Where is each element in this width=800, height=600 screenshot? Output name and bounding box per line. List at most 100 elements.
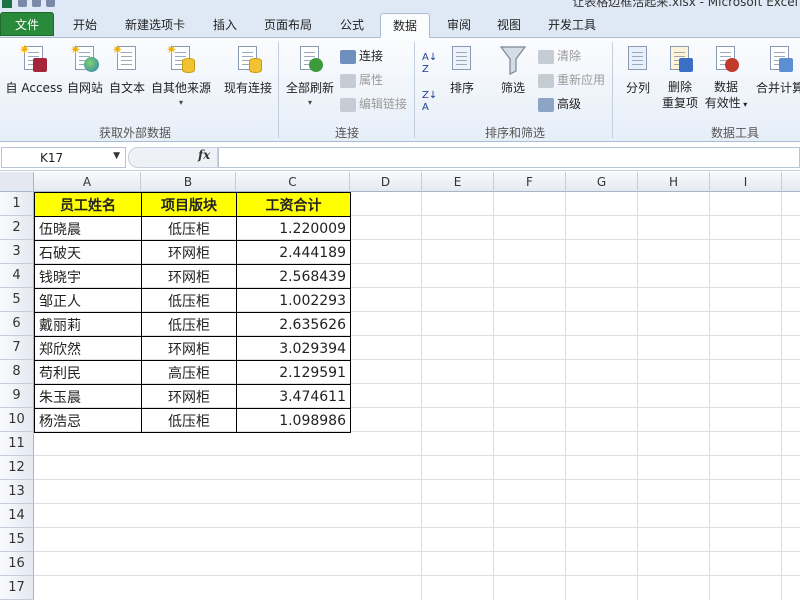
reapply-button[interactable]: 重新应用 — [538, 70, 605, 90]
column-header-g[interactable]: G — [566, 172, 638, 192]
row-header-7[interactable]: 7 — [0, 336, 34, 360]
row-header-2[interactable]: 2 — [0, 216, 34, 240]
row-header-11[interactable]: 11 — [0, 432, 34, 456]
cell-name[interactable]: 朱玉晨 — [34, 384, 142, 409]
tab-page-layout[interactable]: 页面布局 — [252, 13, 324, 38]
from-text-button[interactable]: ✷ 自文本 — [108, 44, 146, 96]
row-header-3[interactable]: 3 — [0, 240, 34, 264]
sort-ascending-button[interactable]: A↓ Z — [422, 52, 440, 75]
row-header-14[interactable]: 14 — [0, 504, 34, 528]
cell-salary[interactable]: 2.568439 — [236, 264, 351, 289]
header-salary-total[interactable]: 工资合计 — [236, 192, 351, 217]
cell-salary[interactable]: 3.474611 — [236, 384, 351, 409]
tab-developer[interactable]: 开发工具 — [536, 13, 608, 38]
clear-filter-button[interactable]: 清除 — [538, 46, 581, 66]
filter-funnel-icon — [498, 44, 528, 76]
consolidate-button[interactable]: 合并计算 — [752, 44, 800, 96]
tab-view[interactable]: 视图 — [486, 13, 532, 38]
worksheet-grid[interactable]: A B C D E F G H I 1 2 3 4 5 6 7 8 9 10 1… — [0, 172, 800, 600]
column-header-c[interactable]: C — [236, 172, 350, 192]
column-header-h[interactable]: H — [638, 172, 710, 192]
cell-name[interactable]: 郑欣然 — [34, 336, 142, 361]
refresh-icon — [295, 44, 325, 76]
sort-descending-button[interactable]: Z↓ A — [422, 90, 440, 113]
cell-section[interactable]: 高压柜 — [141, 360, 237, 385]
cell-salary[interactable]: 3.029394 — [236, 336, 351, 361]
data-validation-button[interactable]: 数据 有效性 ▾ — [702, 44, 750, 113]
column-header-a[interactable]: A — [34, 172, 141, 192]
edit-links-button[interactable]: 编辑链接 — [340, 94, 407, 114]
cell-section[interactable]: 低压柜 — [141, 312, 237, 337]
row-header-10[interactable]: 10 — [0, 408, 34, 432]
advanced-filter-button[interactable]: 高级 — [538, 94, 581, 114]
row-header-17[interactable]: 17 — [0, 576, 34, 600]
excel-app-icon[interactable] — [2, 0, 12, 8]
from-web-button[interactable]: ✷ 自网站 — [66, 44, 104, 96]
cell-section[interactable]: 环网柜 — [141, 264, 237, 289]
cell-salary[interactable]: 1.098986 — [236, 408, 351, 433]
cell-section[interactable]: 低压柜 — [141, 216, 237, 241]
row-header-4[interactable]: 4 — [0, 264, 34, 288]
row-header-12[interactable]: 12 — [0, 456, 34, 480]
cell-salary[interactable]: 2.444189 — [236, 240, 351, 265]
from-other-sources-button[interactable]: ✷ 自其他来源 ▾ — [150, 44, 212, 107]
select-all-corner[interactable] — [0, 172, 34, 192]
column-header-f[interactable]: F — [494, 172, 566, 192]
cell-salary[interactable]: 2.635626 — [236, 312, 351, 337]
filter-button[interactable]: 筛选 — [494, 44, 532, 96]
tab-new-tab[interactable]: 新建选项卡 — [112, 13, 198, 38]
from-access-button[interactable]: ✷ 自 Access — [4, 44, 64, 96]
refresh-all-button[interactable]: 全部刷新 ▾ — [284, 44, 336, 107]
row-header-1[interactable]: 1 — [0, 192, 34, 216]
tab-home[interactable]: 开始 — [58, 13, 112, 38]
cell-salary[interactable]: 1.002293 — [236, 288, 351, 313]
chevron-down-icon[interactable]: ▼ — [113, 151, 120, 161]
row-header-8[interactable]: 8 — [0, 360, 34, 384]
cell-section[interactable]: 环网柜 — [141, 240, 237, 265]
header-project-section[interactable]: 项目版块 — [141, 192, 237, 217]
cell-name[interactable]: 石破天 — [34, 240, 142, 265]
remove-duplicates-button[interactable]: 删除 重复项 — [660, 44, 700, 111]
insert-function-icon[interactable]: fx — [198, 148, 210, 162]
column-header-b[interactable]: B — [141, 172, 236, 192]
cell-section[interactable]: 环网柜 — [141, 384, 237, 409]
existing-connections-button[interactable]: 现有连接 — [222, 44, 274, 96]
text-to-columns-button[interactable]: 分列 — [620, 44, 656, 96]
cell-section[interactable]: 低压柜 — [141, 408, 237, 433]
column-header-partial[interactable] — [782, 172, 800, 192]
formula-input[interactable] — [218, 147, 800, 168]
cell-name[interactable]: 邹正人 — [34, 288, 142, 313]
column-header-e[interactable]: E — [422, 172, 494, 192]
cell-salary[interactable]: 1.220009 — [236, 216, 351, 241]
name-box[interactable]: K17 ▼ — [1, 147, 126, 168]
column-header-d[interactable]: D — [350, 172, 422, 192]
cell-name[interactable]: 杨浩忌 — [34, 408, 142, 433]
cell-name[interactable]: 钱晓宇 — [34, 264, 142, 289]
row-header-15[interactable]: 15 — [0, 528, 34, 552]
cell-section[interactable]: 环网柜 — [141, 336, 237, 361]
undo-icon[interactable] — [32, 0, 41, 7]
cell-name[interactable]: 伍晓晨 — [34, 216, 142, 241]
tab-review[interactable]: 审阅 — [434, 13, 484, 38]
row-header-6[interactable]: 6 — [0, 312, 34, 336]
cell-salary[interactable]: 2.129591 — [236, 360, 351, 385]
redo-icon[interactable] — [46, 0, 55, 7]
header-employee-name[interactable]: 员工姓名 — [34, 192, 142, 217]
row-header-5[interactable]: 5 — [0, 288, 34, 312]
tab-formulas[interactable]: 公式 — [326, 13, 378, 38]
connections-button[interactable]: 连接 — [340, 46, 383, 66]
row-header-9[interactable]: 9 — [0, 384, 34, 408]
cell-section[interactable]: 低压柜 — [141, 288, 237, 313]
save-icon[interactable] — [18, 0, 27, 7]
cell-name[interactable]: 苟利民 — [34, 360, 142, 385]
cell-name[interactable]: 戴丽莉 — [34, 312, 142, 337]
row-header-13[interactable]: 13 — [0, 480, 34, 504]
column-header-i[interactable]: I — [710, 172, 782, 192]
tab-data[interactable]: 数据 — [380, 13, 430, 38]
sort-button[interactable]: 排序 — [444, 44, 480, 96]
group-separator — [278, 42, 279, 138]
properties-button[interactable]: 属性 — [340, 70, 383, 90]
row-header-16[interactable]: 16 — [0, 552, 34, 576]
tab-insert[interactable]: 插入 — [200, 13, 250, 38]
tab-file[interactable]: 文件 — [0, 12, 54, 36]
